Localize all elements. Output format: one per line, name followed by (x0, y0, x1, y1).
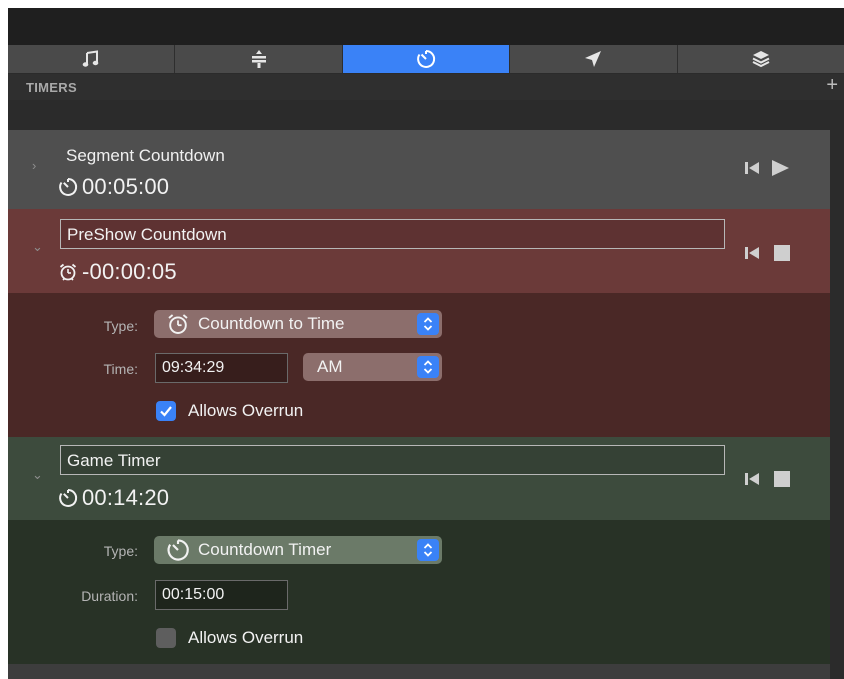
chevron-down-icon[interactable]: ⌄ (32, 467, 43, 483)
skip-back-icon (745, 247, 759, 259)
type-popup[interactable]: Countdown to Time (154, 310, 442, 338)
reset-button[interactable] (744, 160, 760, 176)
updown-chevron-icon (417, 356, 439, 378)
type-label: Type: (103, 318, 138, 334)
chevron-down-icon[interactable]: ⌄ (32, 239, 43, 255)
reset-button[interactable] (744, 245, 760, 261)
allows-overrun-checkbox[interactable] (156, 628, 176, 648)
tab-audio[interactable] (8, 45, 176, 73)
timer-row-preshow-countdown[interactable]: ⌄ PreShow Countdown -00:00:05 (8, 209, 830, 293)
game-timer-settings: Type: Countdown Timer Duration: 00:15:00… (8, 520, 830, 664)
updown-chevron-icon (417, 539, 439, 561)
chevron-right-icon[interactable]: › (32, 158, 36, 173)
timer-row-game-timer[interactable]: ⌄ Game Timer 00:14:20 (8, 437, 830, 520)
skip-back-icon (745, 162, 759, 174)
preshow-settings: Type: Countdown to Time Time: 09:34:29 A… (8, 293, 830, 437)
countdown-icon (59, 177, 78, 196)
countdown-icon (167, 539, 189, 561)
play-button[interactable] (770, 159, 790, 177)
timer-name-field[interactable]: Game Timer (60, 445, 725, 475)
layers-icon (752, 51, 770, 68)
stop-icon (774, 471, 790, 487)
stop-icon (774, 245, 790, 261)
timer-row-segment-countdown[interactable]: › Segment Countdown 00:05:00 (8, 130, 830, 210)
timer-time: -00:00:05 (58, 259, 177, 285)
play-icon (772, 160, 789, 176)
timer-time: 00:14:20 (58, 485, 169, 511)
type-popup[interactable]: Countdown Timer (154, 536, 442, 564)
stop-button[interactable] (773, 244, 791, 262)
reset-button[interactable] (744, 471, 760, 487)
alarm-clock-icon (59, 263, 77, 281)
time-label: Time: (103, 361, 138, 377)
countdown-icon (59, 488, 78, 507)
timers-panel: TIMERS + › Segment Countdown 00:05:00 ⌄ … (8, 8, 844, 679)
time-input[interactable]: 09:34:29 (155, 353, 288, 383)
tab-timers[interactable] (342, 45, 511, 73)
timer-icon (417, 49, 436, 68)
ampm-popup[interactable]: AM (303, 353, 442, 381)
add-timer-button[interactable]: + (826, 75, 838, 95)
tab-layers[interactable] (677, 45, 844, 73)
timer-time: 00:05:00 (58, 174, 169, 200)
tab-stage[interactable] (175, 45, 343, 73)
duration-input[interactable]: 00:15:00 (155, 580, 288, 610)
checkmark-icon (160, 406, 172, 417)
skip-back-icon (745, 473, 759, 485)
inspector-tabs (8, 45, 844, 73)
allows-overrun-label: Allows Overrun (188, 401, 304, 420)
title-bar (8, 8, 844, 45)
timers-section-header: TIMERS + (8, 74, 844, 100)
timer-name-field[interactable]: PreShow Countdown (60, 219, 725, 249)
alarm-clock-icon (168, 314, 188, 334)
timer-name: Segment Countdown (66, 146, 225, 165)
allows-overrun-checkbox[interactable] (156, 401, 176, 421)
updown-chevron-icon (417, 313, 439, 335)
music-note-icon (82, 50, 99, 67)
allows-overrun-label: Allows Overrun (188, 628, 304, 647)
send-arrow-icon (585, 51, 602, 67)
panel-bottom-bar (8, 664, 830, 679)
duration-label: Duration: (81, 588, 138, 604)
stage-icon (251, 50, 266, 68)
stop-button[interactable] (773, 470, 791, 488)
type-label: Type: (103, 543, 138, 559)
section-title: TIMERS (26, 80, 77, 95)
tab-messages[interactable] (510, 45, 678, 73)
